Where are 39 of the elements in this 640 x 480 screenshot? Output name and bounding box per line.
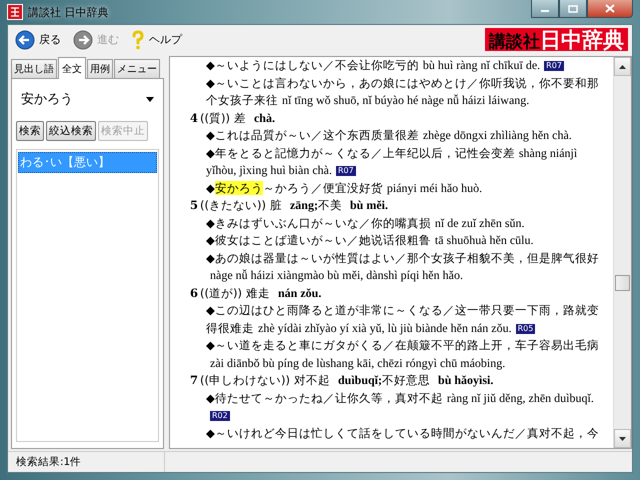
scrollbar-thumb[interactable] <box>615 274 630 290</box>
close-button[interactable] <box>587 0 633 18</box>
back-button[interactable]: 戻る <box>12 28 64 52</box>
help-button[interactable]: ヘルプ <box>128 28 185 52</box>
vertical-scrollbar[interactable] <box>613 57 631 448</box>
example-sentence: ◆～い道を走ると車にガタがくる／在颠簸不平的路上开，车子容易出毛病 zài diānbǒ bù píng de lùshang kāi, chēzi róngyì chū máobing. <box>206 337 600 372</box>
app-icon <box>7 4 23 20</box>
scroll-down-icon <box>619 436 626 440</box>
sense-heading: 4 ((質)) 差 chà. <box>190 110 275 126</box>
example-sentence: ◆安かろう～かろう／便宜没好货 piányi méi hǎo huò. <box>206 180 484 197</box>
status-text: 検索結果:1件 <box>8 452 165 472</box>
tab[interactable]: メニュー <box>114 59 160 78</box>
tab[interactable]: 用例 <box>87 59 113 78</box>
example-sentence: ◆この辺はひと雨降ると道が非常に～くなる／这一带只要一下雨，路就变得很难走 zhè yídài zhǐyào yí xià yǔ, lù jiù biànde hěn nán zǒu. R05 <box>206 302 600 337</box>
search-button[interactable]: 絞込検索 <box>46 121 96 141</box>
example-sentence: ◆～いけれど今日は忙しくて話をしている時間がないんだ／真对不起，今 <box>206 424 600 442</box>
example-sentence: ◆～いようにはしない／不会让你吃亏的 bù huì ràng nǐ chīkuī de. R07 <box>206 57 565 74</box>
close-icon <box>605 4 615 13</box>
example-sentence: ◆年をとると記憶力が～くなる／上年纪以后，记性会变差 shàng niánjì yǐhòu, jìxing huì biàn chà. R07 <box>206 144 578 179</box>
example-sentence: ◆～いことは言わないから，あの娘にはやめとけ／你听我说，你不要和那个女孩子来往 nǐ tīng wǒ shuō, nǐ búyào hé nàge nǚ háizi láiwang. <box>206 74 600 109</box>
example-sentence: ◆あの娘は器量は～いが性質はよい／那个女孩子相貌不美，但是脾气很好 nàge nǚ háizi xiàngmào bù měi, dànshì píqi hěn hǎo. <box>206 250 600 284</box>
help-icon <box>131 30 145 50</box>
dictionary-logo: 講談社日中辞典 <box>485 28 628 51</box>
maximize-icon <box>568 4 578 12</box>
sense-heading: 7 ((申しわけない)) 对不起 duìbuqǐ;不好意思 bù hǎoyìsi. <box>190 372 494 389</box>
window-title: 講談社 日中辞典 <box>28 4 108 20</box>
sense-heading: 6 ((道が)) 难走 nán zǒu. <box>190 284 322 302</box>
tab[interactable]: 見出し語 <box>11 59 57 78</box>
search-button[interactable]: 検索 <box>16 121 44 141</box>
example-sentence: ◆彼女はことば遣いが～い／她说话很粗鲁 tā shuōhuà hěn cūlu. <box>206 232 535 249</box>
tab[interactable]: 全文 <box>58 57 86 79</box>
example-sentence: ◆待たせて～かったね／让你久等，真对不起 ràng nǐ jiǔ děng, zhēn duìbuqǐ. R02 <box>206 390 595 423</box>
example-sentence: ◆これは品質が～い／这个东西质量很差 zhège dōngxi zhìliàng hěn chà. <box>206 127 573 144</box>
minimize-button[interactable] <box>531 0 559 18</box>
dropdown-arrow-icon <box>146 96 154 102</box>
maximize-button[interactable] <box>559 0 587 18</box>
example-sentence: ◆きみはずいぶん口が～いな／你的嘴真损 nǐ de zuǐ zhēn sǔn. <box>206 214 526 232</box>
sense-heading: 5 ((きたない)) 脏 zāng;不美 bù měi. <box>190 197 388 214</box>
scroll-up-icon <box>619 64 626 68</box>
